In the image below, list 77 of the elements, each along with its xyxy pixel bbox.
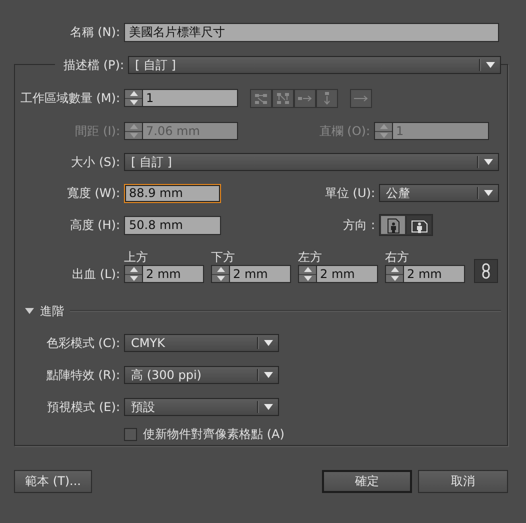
field-label: 描述檔 (P): — [62, 56, 124, 74]
height-field[interactable]: 50.8 mm — [124, 216, 221, 234]
input-field[interactable]: 1 — [143, 90, 237, 106]
dropdown-arrow-icon — [484, 190, 493, 196]
spinner-control[interactable]: 1 — [124, 89, 238, 107]
increment-button[interactable] — [125, 266, 142, 274]
landscape-button[interactable] — [407, 216, 431, 234]
up-arrow-icon — [380, 124, 388, 130]
layout-direction-button[interactable] — [350, 88, 372, 108]
input-field[interactable]: 2 mm — [230, 266, 290, 282]
grid-by-row-button[interactable] — [250, 88, 272, 108]
spinner-control[interactable]: 2 mm — [385, 265, 465, 283]
down-arrow-icon — [130, 132, 138, 138]
field-label: 單位 (U): — [324, 184, 375, 202]
dropdown[interactable]: 高 (300 ppi) — [124, 366, 279, 384]
bleed-side-label: 右方 — [385, 251, 410, 264]
field-label: 名稱 (N): — [68, 24, 120, 40]
disclosure-triangle-button[interactable] — [25, 308, 34, 314]
field-label: 大小 (S): — [70, 154, 120, 170]
arrange-by-row-button[interactable] — [294, 88, 316, 108]
field-label: 出血 (L): — [71, 266, 120, 283]
bleed-side-label: 上方 — [124, 251, 149, 264]
down-arrow-icon — [130, 276, 138, 281]
down-arrow-icon — [304, 276, 312, 281]
cancel-button[interactable]: 取消 — [418, 470, 508, 493]
down-arrow-icon — [130, 100, 138, 105]
field-label: 色彩模式 (C): — [45, 334, 120, 352]
spinner-control[interactable]: 2 mm — [124, 265, 204, 283]
dropdown-arrow-icon — [264, 340, 273, 346]
increment-button[interactable] — [299, 266, 316, 274]
link-button[interactable] — [474, 259, 498, 283]
up-arrow-icon — [130, 124, 138, 130]
bleed-side-label: 下方 — [211, 251, 236, 264]
down-arrow-icon — [390, 276, 398, 281]
dropdown-arrow-icon — [484, 159, 493, 165]
dropdown[interactable]: 公釐 — [379, 184, 499, 202]
dropdown-arrow-icon — [486, 62, 495, 68]
dropdown[interactable]: CMYK — [124, 334, 279, 352]
field-label: 預視模式 (E): — [46, 398, 120, 416]
input-field[interactable]: 2 mm — [317, 266, 377, 282]
field-label: 寬度 (W): — [66, 184, 120, 202]
input-field[interactable]: 2 mm — [404, 266, 464, 282]
dropdown[interactable]: [ 自訂 ] — [124, 153, 499, 171]
down-arrow-icon — [216, 276, 224, 281]
increment-button[interactable] — [212, 266, 229, 274]
field-label: 高度 (H): — [68, 216, 120, 234]
portrait-button[interactable] — [381, 216, 405, 234]
arrange-by-column-button[interactable] — [316, 88, 338, 108]
dropdown-arrow-icon — [264, 372, 273, 378]
dropdown[interactable]: [ 自訂 ] — [128, 56, 501, 74]
field-label: 方向 : — [342, 216, 375, 234]
grid-by-column-button[interactable] — [272, 88, 294, 108]
spinner-control[interactable]: 2 mm — [298, 265, 378, 283]
field-label: 點陣特效 (R): — [45, 366, 120, 384]
input-field[interactable]: 2 mm — [143, 266, 203, 282]
field-label: 工作區域數量 (M): — [19, 90, 120, 106]
field-label: 間距 (I): — [74, 122, 120, 140]
name-field[interactable]: 美國名片標準尺寸 — [124, 22, 499, 42]
spinner-control[interactable]: 2 mm — [211, 265, 291, 283]
increment-button[interactable] — [386, 266, 403, 274]
bleed-side-label: 左方 — [298, 251, 323, 264]
up-arrow-icon — [390, 267, 398, 272]
dropdown[interactable]: 預設 — [124, 398, 279, 416]
width-field[interactable]: 88.9 mm — [124, 184, 221, 202]
up-arrow-icon — [216, 267, 224, 272]
checkbox[interactable] — [124, 428, 137, 440]
down-arrow-icon — [380, 132, 388, 138]
dropdown-arrow-icon — [264, 404, 273, 410]
up-arrow-icon — [130, 267, 138, 272]
increment-button[interactable] — [125, 90, 142, 98]
section-heading: 進階 — [40, 302, 64, 320]
templates-button[interactable]: 範本 (T)... — [14, 470, 92, 493]
checkbox-label: 使新物件對齊像素格點 (A) — [143, 426, 284, 442]
up-arrow-icon — [130, 91, 138, 96]
ok-button[interactable]: 確定 — [322, 470, 412, 493]
up-arrow-icon — [304, 267, 312, 272]
field-label: 直欄 (O): — [318, 122, 370, 140]
